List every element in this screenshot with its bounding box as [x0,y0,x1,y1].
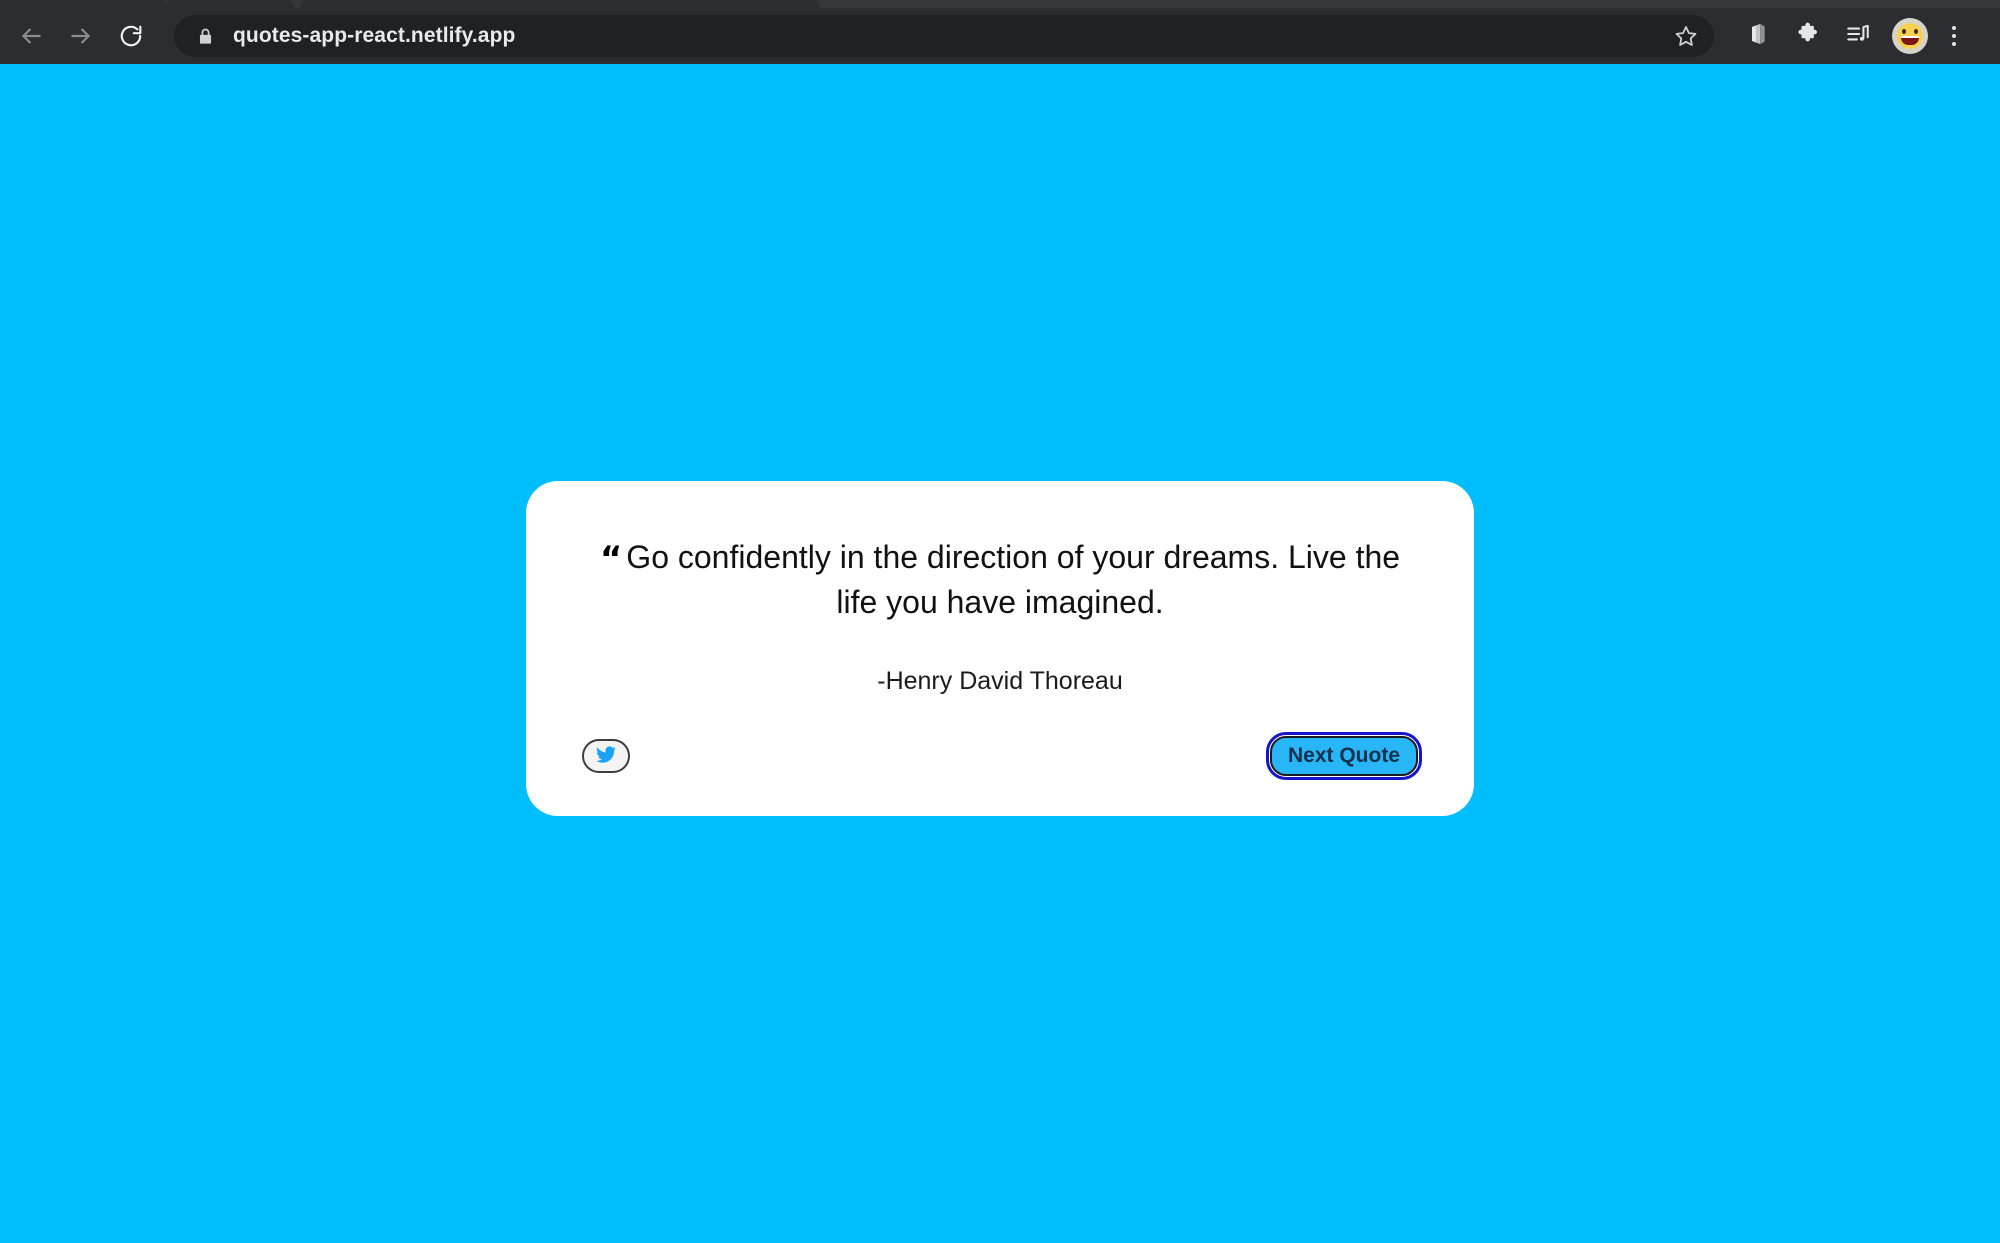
quote-mark-icon: “ [599,539,623,580]
twitter-bird-icon [595,743,617,768]
twitter-share-button[interactable] [582,738,630,773]
bookmark-star-icon[interactable] [1668,18,1704,54]
office-extension-button[interactable] [1736,14,1780,58]
browser-chrome: quotes-app-react.netlify.app [0,0,2000,64]
browser-tab-1[interactable] [165,0,295,8]
tab-strip-left-fill [0,0,165,8]
back-arrow-icon [18,23,44,49]
office-extension-icon [1745,21,1771,52]
reload-icon [118,23,144,49]
lock-icon [196,27,215,46]
media-playlist-icon [1845,21,1871,52]
profile-avatar-button[interactable] [1892,18,1928,54]
three-dot-menu-icon [1952,26,1956,30]
forward-button[interactable] [60,15,102,57]
address-bar[interactable]: quotes-app-react.netlify.app [174,15,1714,57]
url-text: quotes-app-react.netlify.app [233,24,516,47]
forward-arrow-icon [68,23,94,49]
reload-button[interactable] [110,15,152,57]
next-quote-button[interactable]: Next Quote [1265,731,1423,780]
tab-strip [0,0,2000,8]
browser-menu-button[interactable] [1934,14,1974,58]
smiley-avatar-icon [1897,23,1923,49]
extensions-button[interactable] [1786,14,1830,58]
browser-tab-2[interactable] [300,0,820,8]
browser-toolbar: quotes-app-react.netlify.app [0,8,2000,64]
page-content: “Go confidently in the direction of your… [0,64,2000,1243]
media-control-button[interactable] [1836,14,1880,58]
quote-text: Go confidently in the direction of your … [626,539,1401,620]
card-footer: Next Quote [582,731,1423,780]
quote-card: “Go confidently in the direction of your… [526,481,1474,816]
toolbar-icon-group [1736,14,1986,58]
back-button[interactable] [10,15,52,57]
quote-author: -Henry David Thoreau [877,666,1123,695]
puzzle-piece-icon [1795,21,1821,52]
quote-text-block: “Go confidently in the direction of your… [582,537,1418,622]
